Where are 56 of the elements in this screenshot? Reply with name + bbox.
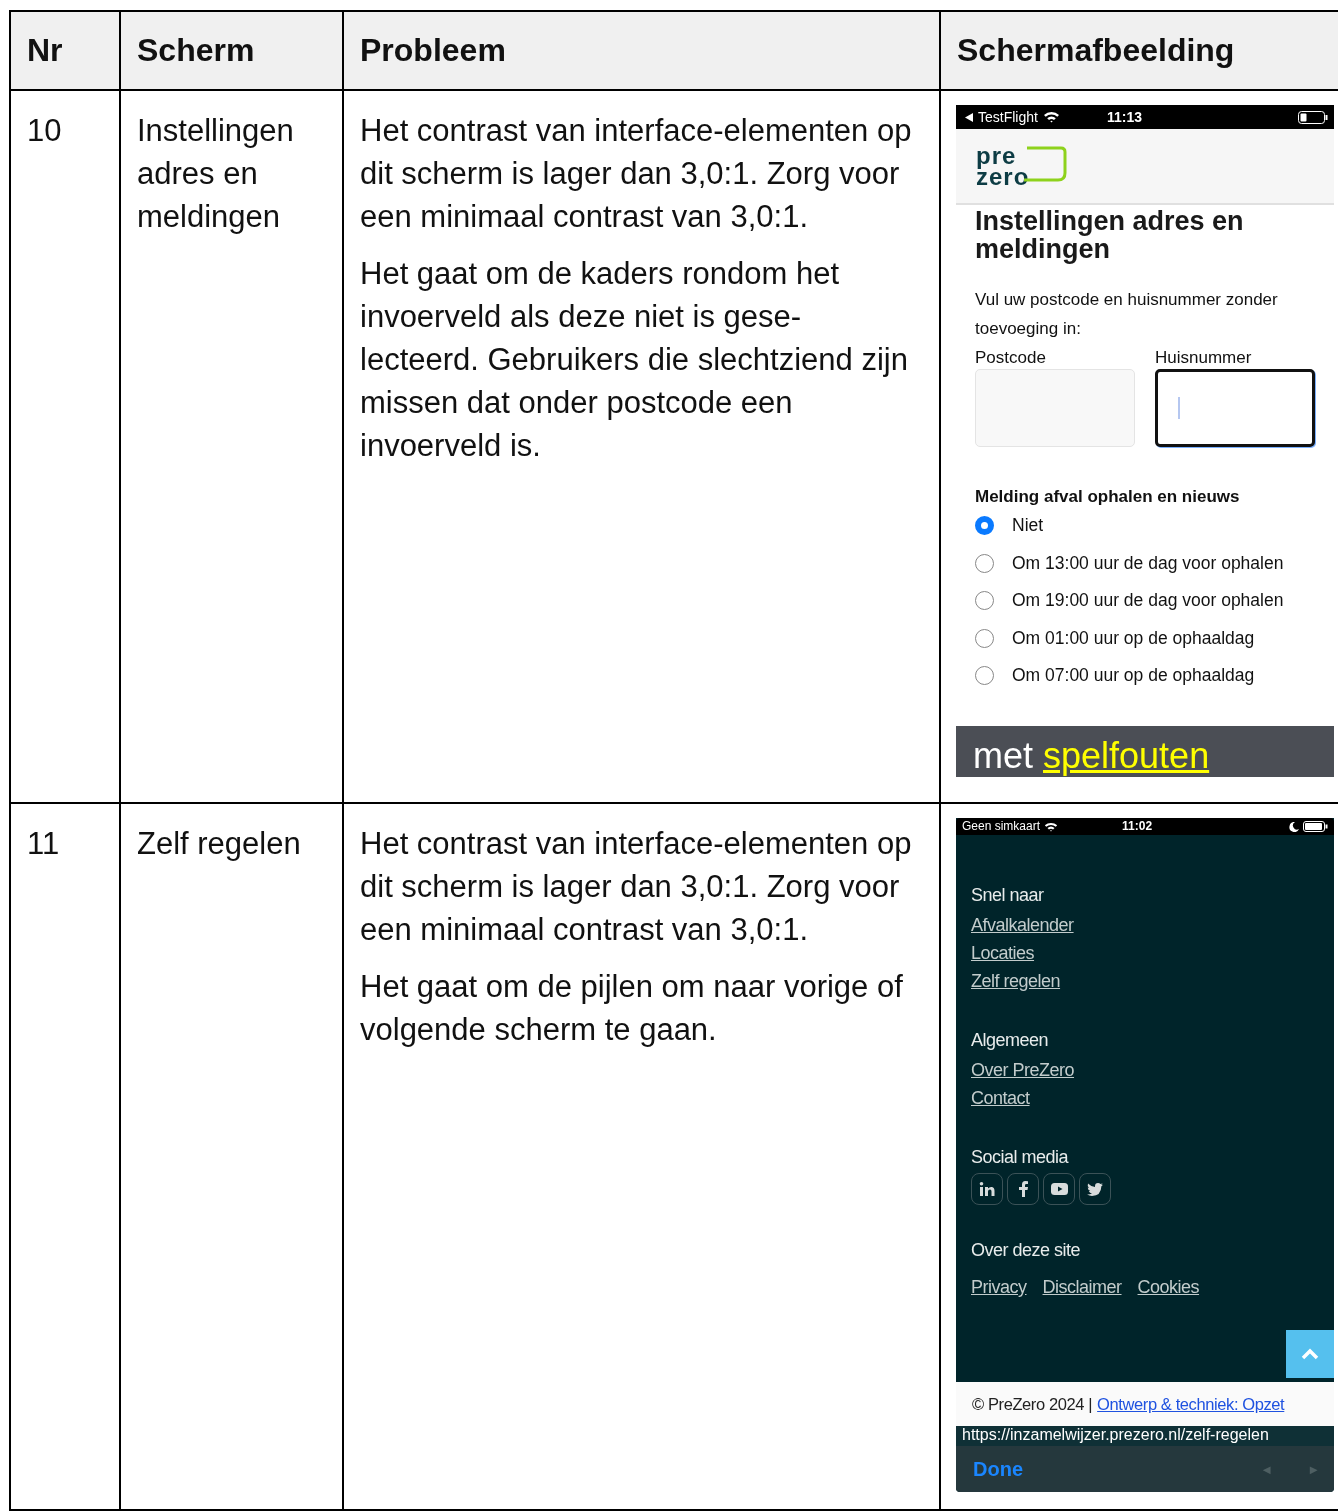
caption-highlight: spelfouten — [1043, 735, 1210, 777]
bird-icon[interactable] — [1079, 1173, 1111, 1205]
facebook-icon[interactable] — [1007, 1173, 1039, 1205]
wifi-icon — [1042, 111, 1060, 123]
chevron-up-icon — [1301, 1348, 1319, 1360]
back-icon — [965, 112, 973, 122]
footer-link[interactable]: Over PreZero — [971, 1060, 1075, 1080]
section-heading: Over deze site — [971, 1239, 1082, 1262]
section-heading: Snel naar — [971, 884, 1045, 907]
linkedin-icon[interactable] — [971, 1173, 1003, 1205]
table-cell: Zelf regelen — [121, 804, 344, 1511]
problem-text: Het contrast van interface-elementen op dit scherm is lager dan 3,0:1. Zorg voor een minimaal contrast van 3,0:1. — [360, 825, 913, 949]
radio-option[interactable]: Om 19:00 uur de dag voor ophalen — [975, 582, 1315, 620]
page-title: Instellingen adres en meldingen — [975, 207, 1245, 263]
footer-link[interactable]: Afvalkalender — [971, 915, 1074, 935]
status-time: 11:13 — [1106, 107, 1142, 127]
footer-link[interactable]: Locaties — [971, 943, 1035, 963]
problem-text: Het gaat om de pijlen om naar vorige of volgende scherm te gaan. — [360, 968, 904, 1049]
section-heading: Algemeen — [971, 1029, 1050, 1052]
wifi-icon — [1044, 821, 1059, 832]
problem-text: Het contrast van interface-elementen op dit scherm is lager dan 3,0:1. Zorg voor een minimaal contrast van 3,0:1. — [360, 112, 913, 236]
video-play-icon[interactable] — [1043, 1173, 1075, 1205]
field-label: Huisnummer — [1155, 347, 1253, 369]
input-field[interactable] — [1155, 369, 1315, 447]
footer-link[interactable]: Cookies — [1137, 1266, 1200, 1309]
footer-link[interactable]: Privacy — [971, 1266, 1027, 1309]
radio-option[interactable]: Om 13:00 uur de dag voor ophalen — [975, 544, 1315, 582]
footer-link[interactable]: Zelf regelen — [971, 971, 1061, 991]
url-text: https://inzamelwijzer.prezero.nl/zelf-regelen — [956, 1426, 1334, 1446]
table-cell: 10 — [11, 91, 121, 804]
battery-icon — [1303, 821, 1328, 832]
column-header: Probleem — [344, 12, 941, 91]
copyright-text: © PreZero 2024 | — [972, 1393, 1093, 1415]
battery-icon — [1298, 110, 1328, 124]
radio-group-title: Melding afval ophalen en nieuws — [975, 487, 1241, 507]
carrier-text: TestFlight — [978, 107, 1038, 127]
section-heading: Social media — [971, 1146, 1070, 1169]
column-header: Scherm — [121, 12, 344, 91]
table-cell: 11 — [11, 804, 121, 1511]
footer-link[interactable]: Contact — [971, 1088, 1030, 1108]
problem-text: Het gaat om de kaders rondom het invoerveld als deze niet is gese-lecteerd. Gebruikers die slechtziend zijn missen dat onder postcode een invoerveld is. — [360, 255, 909, 465]
status-time: 11:02 — [1122, 818, 1153, 835]
intro-text: Vul uw postcode en huisnummer zonder toevoeging in: — [975, 289, 1279, 340]
carrier-text: Geen simkaart — [962, 818, 1041, 835]
table-cell: Instellingen adres en meldingen — [121, 91, 344, 804]
credit-link[interactable]: Ontwerp & techniek: Opzet — [1097, 1382, 1285, 1426]
field-label: Postcode — [975, 347, 1047, 369]
moon-icon — [1289, 821, 1299, 832]
column-header: Schermafbeelding — [941, 12, 1338, 91]
caption-text: met — [973, 735, 1033, 777]
radio-option[interactable]: Om 07:00 uur op de ophaaldag — [975, 657, 1315, 695]
radio-option[interactable]: Niet — [975, 507, 1315, 545]
logo: pre zero — [975, 145, 1069, 187]
column-header: Nr — [11, 12, 121, 91]
radio-option[interactable]: Om 01:00 uur op de ophaaldag — [975, 619, 1315, 657]
footer-link[interactable]: Disclaimer — [1042, 1266, 1122, 1309]
